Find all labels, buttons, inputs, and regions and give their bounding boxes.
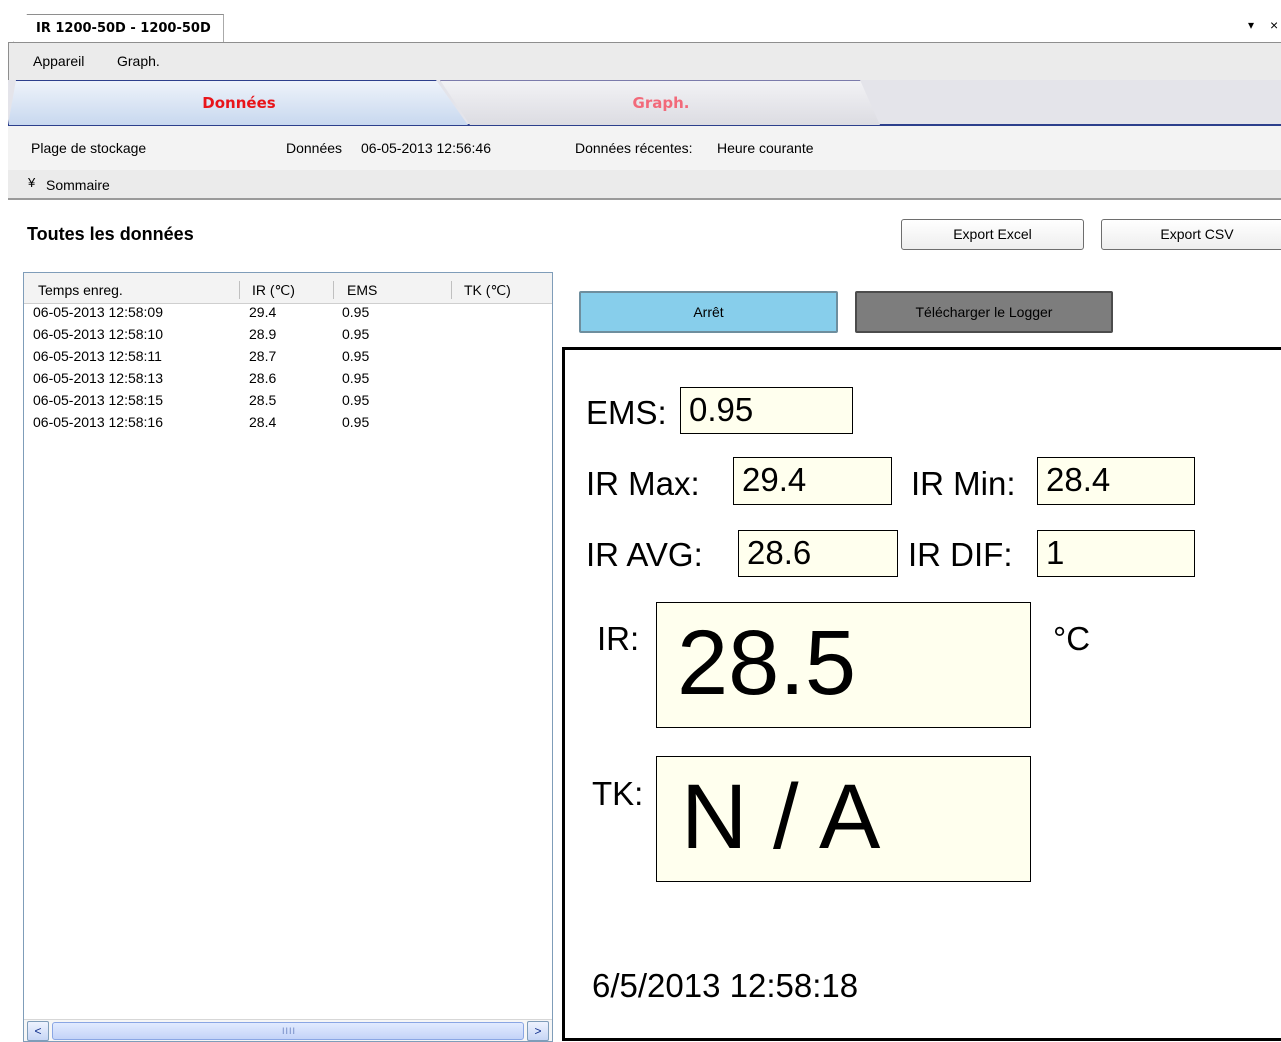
cell-ems: 0.95	[342, 392, 370, 408]
cell-ir: 28.9	[249, 326, 277, 342]
column-divider[interactable]	[239, 281, 240, 299]
cell-time: 06-05-2013 12:58:16	[33, 414, 163, 430]
tk-current-box: N / A	[656, 756, 1031, 882]
table-header: Temps enreg. IR (℃) EMS TK (℃)	[24, 273, 552, 304]
ir-avg-label: IR AVG:	[586, 536, 703, 573]
tk-current-value: N / A	[681, 766, 881, 868]
cell-ir: 28.6	[249, 370, 277, 386]
column-header-tk[interactable]: TK (℃)	[464, 282, 511, 299]
cell-time: 06-05-2013 12:58:13	[33, 370, 163, 386]
recent-data-label: Données récentes:	[575, 140, 693, 156]
ir-max-value: 29.4	[733, 457, 892, 505]
cell-time: 06-05-2013 12:58:11	[33, 348, 162, 364]
column-header-ir[interactable]: IR (℃)	[252, 282, 295, 299]
cell-ems: 0.95	[342, 370, 370, 386]
document-tab[interactable]: IR 1200-50D - 1200-50D	[13, 14, 224, 43]
table-row[interactable]: 06-05-2013 12:58:13 28.6 0.95	[24, 370, 552, 391]
cell-ems: 0.95	[342, 326, 370, 342]
scroll-right-icon[interactable]: >	[527, 1021, 549, 1041]
cell-ems: 0.95	[342, 348, 370, 364]
table-row[interactable]: 06-05-2013 12:58:16 28.4 0.95	[24, 414, 552, 435]
export-csv-button[interactable]: Export CSV	[1101, 219, 1281, 250]
temperature-unit: °C	[1053, 620, 1091, 657]
tab-graph[interactable]: Graph.	[440, 80, 880, 125]
cell-ir: 29.4	[249, 304, 277, 320]
table-row[interactable]: 06-05-2013 12:58:11 28.7 0.95	[24, 348, 552, 369]
ir-min-value: 28.4	[1037, 457, 1195, 505]
tk-label: TK:	[592, 775, 644, 812]
table-row[interactable]: 06-05-2013 12:58:15 28.5 0.95	[24, 392, 552, 413]
ems-label: EMS:	[586, 394, 667, 431]
ems-value: 0.95	[680, 387, 853, 434]
menu-appareil[interactable]: Appareil	[33, 53, 84, 69]
ir-min-label: IR Min:	[911, 465, 1016, 502]
scroll-left-icon[interactable]: <	[27, 1021, 49, 1041]
horizontal-scrollbar[interactable]: < IIII >	[24, 1019, 552, 1041]
section-title: Toutes les données	[27, 224, 194, 244]
storage-range-label: Plage de stockage	[31, 140, 147, 156]
ir-dif-value: 1	[1037, 530, 1195, 577]
table-row[interactable]: 06-05-2013 12:58:10 28.9 0.95	[24, 326, 552, 347]
ir-label: IR:	[597, 620, 640, 657]
summary-bar[interactable]: ¥ Sommaire	[8, 170, 1281, 200]
stop-button[interactable]: Arrêt	[579, 291, 838, 333]
column-divider[interactable]	[451, 281, 452, 299]
ir-avg-value: 28.6	[738, 530, 898, 577]
cell-ir: 28.4	[249, 414, 277, 430]
tab-donnees[interactable]: Données	[8, 80, 468, 125]
cell-time: 06-05-2013 12:58:10	[33, 326, 163, 342]
cell-time: 06-05-2013 12:58:15	[33, 392, 163, 408]
cell-time: 06-05-2013 12:58:09	[33, 304, 163, 320]
column-header-time[interactable]: Temps enreg.	[38, 282, 123, 298]
recent-data-value: Heure courante	[717, 140, 814, 156]
tab-list-dropdown-icon[interactable]: ▾	[1248, 18, 1254, 32]
cell-ems: 0.95	[342, 304, 370, 320]
download-logger-button[interactable]: Télécharger le Logger	[855, 291, 1113, 333]
ir-max-label: IR Max:	[586, 465, 700, 502]
export-excel-button[interactable]: Export Excel	[901, 219, 1084, 250]
summary-label[interactable]: Sommaire	[46, 177, 110, 193]
cell-ir: 28.7	[249, 348, 277, 364]
data-label: Données	[286, 140, 343, 156]
scrollbar-grip: IIII	[282, 1026, 297, 1036]
menu-graph[interactable]: Graph.	[117, 53, 160, 69]
ir-current-box: 28.5	[656, 602, 1031, 728]
column-header-ems[interactable]: EMS	[347, 282, 377, 298]
close-icon[interactable]: ×	[1270, 17, 1278, 33]
table-row[interactable]: 06-05-2013 12:58:09 29.4 0.95	[24, 304, 552, 325]
ir-dif-label: IR DIF:	[908, 536, 1013, 573]
storage-info-row: Plage de stockage Données 06-05-2013 12:…	[8, 126, 1281, 170]
scrollbar-thumb[interactable]: IIII	[52, 1022, 524, 1040]
data-table[interactable]: Temps enreg. IR (℃) EMS TK (℃) 06-05-201…	[23, 272, 553, 1042]
cell-ems: 0.95	[342, 414, 370, 430]
ir-current-value: 28.5	[677, 612, 857, 714]
menubar: Appareil Graph.	[8, 43, 1281, 80]
cell-ir: 28.5	[249, 392, 277, 408]
display-timestamp: 6/5/2013 12:58:18	[592, 967, 859, 1004]
view-tabs: Graph. Données	[8, 80, 1281, 126]
measurement-display: EMS: 0.95 IR Max: 29.4 IR Min: 28.4 IR A…	[562, 347, 1281, 1041]
document-tab-strip: IR 1200-50D - 1200-50D ▾ ×	[0, 0, 1281, 44]
column-divider[interactable]	[333, 281, 334, 299]
expand-chevron-icon[interactable]: ¥	[28, 175, 35, 190]
data-start-time: 06-05-2013 12:56:46	[361, 140, 491, 156]
